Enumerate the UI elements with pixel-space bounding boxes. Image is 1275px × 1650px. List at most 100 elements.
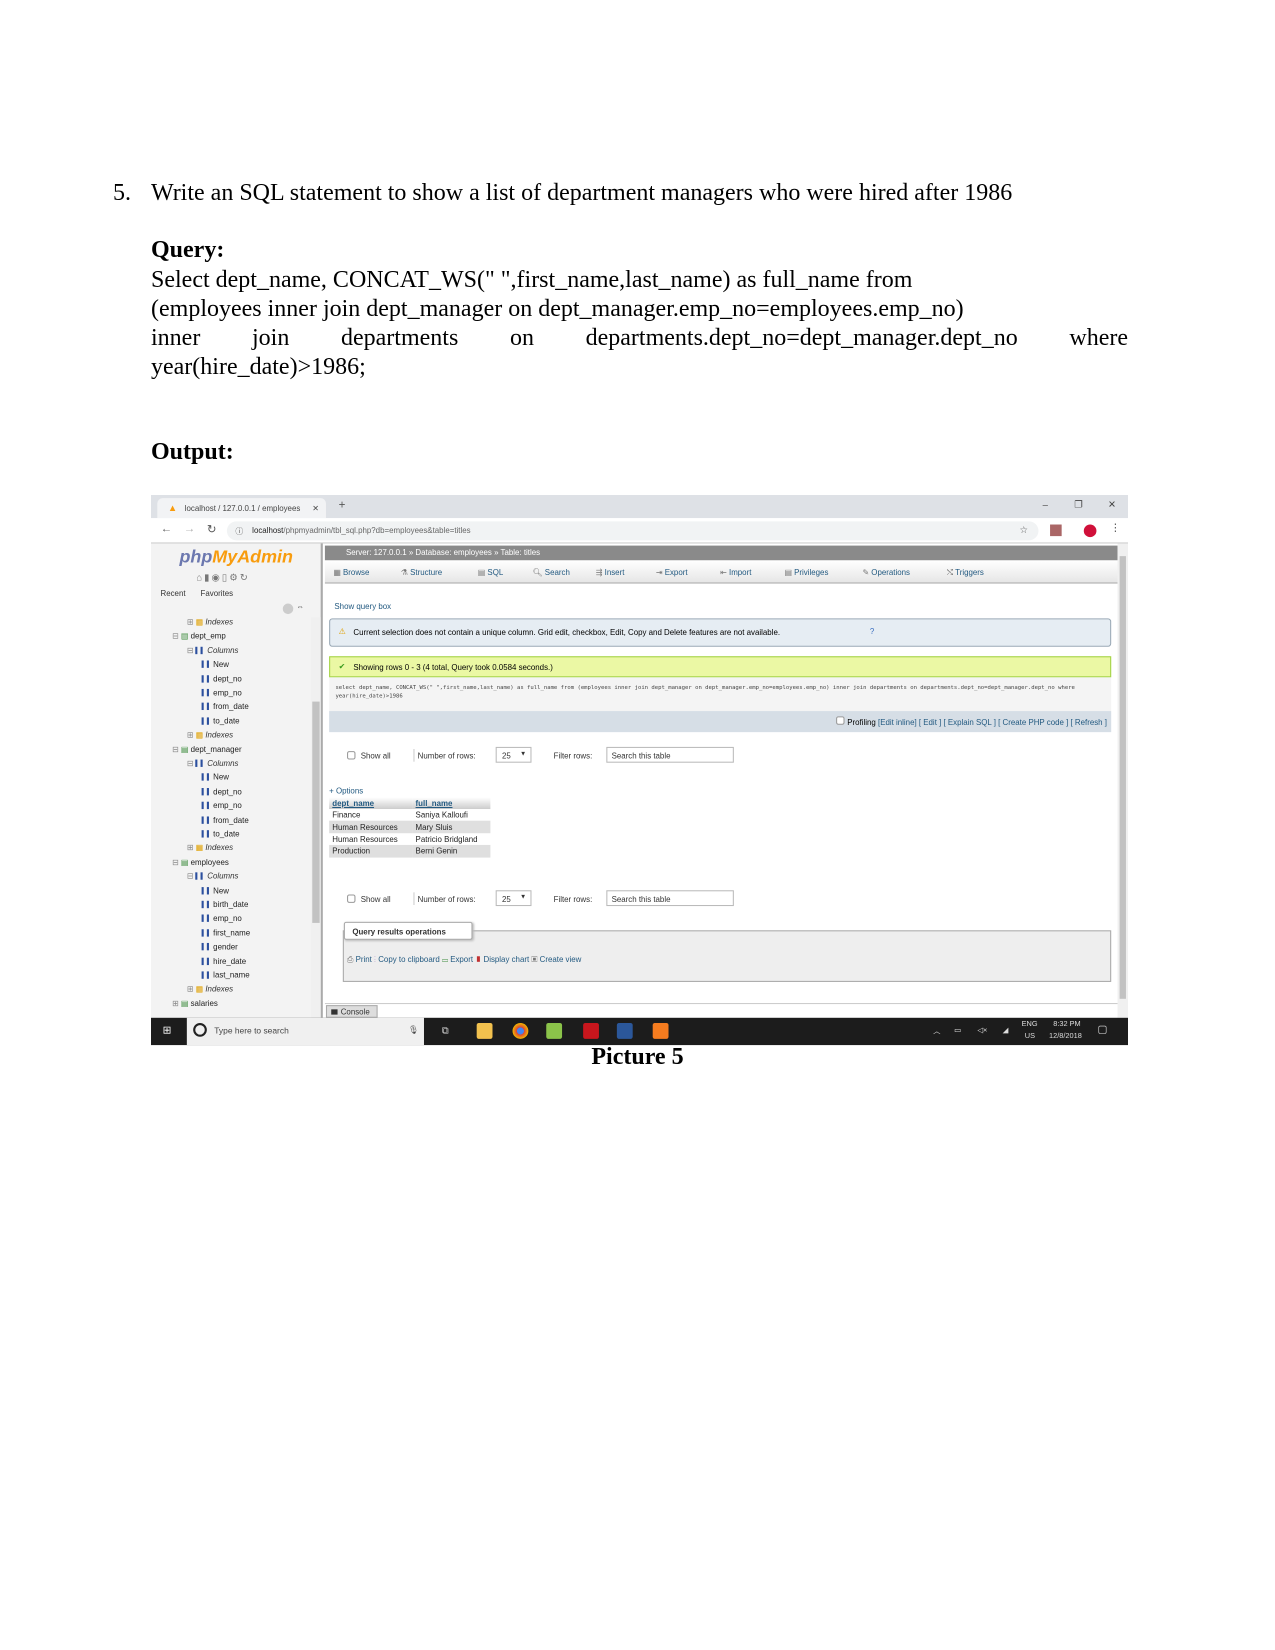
tree-item-column[interactable]: New: [201, 773, 229, 782]
xampp-icon[interactable]: [652, 1023, 669, 1039]
display-chart-link[interactable]: Display chart: [483, 955, 529, 964]
expand-icon[interactable]: ⊞: [187, 730, 194, 739]
tree-item-column[interactable]: emp_no: [201, 801, 242, 810]
tree-item-indexes[interactable]: ⊞ ▦ Indexes: [187, 843, 233, 852]
tree-item-column[interactable]: from_date: [201, 702, 249, 711]
expand-icon[interactable]: ⊞: [187, 984, 194, 993]
notifications-icon[interactable]: ▢: [1097, 1024, 1107, 1036]
console-toggle[interactable]: Console: [325, 1005, 378, 1018]
expand-icon[interactable]: ⊞: [187, 843, 194, 852]
tree-item-column[interactable]: first_name: [201, 928, 250, 937]
word-icon[interactable]: [616, 1023, 633, 1039]
link-icon[interactable]: ⇔: [296, 604, 303, 611]
tree-item-column[interactable]: New: [201, 660, 229, 669]
filter-input[interactable]: Search this table: [606, 746, 734, 763]
bookmark-star-icon[interactable]: ☆: [1019, 525, 1028, 537]
tree-item-indexes[interactable]: ⊞ ▦ Indexes: [187, 984, 233, 993]
breadcrumb[interactable]: Server: 127.0.0.1 » Database: employees …: [324, 545, 1118, 561]
collapse-all-icon[interactable]: [282, 603, 294, 615]
show-query-box-link[interactable]: Show query box: [334, 601, 391, 610]
nav-scrollbar[interactable]: [311, 617, 321, 1018]
profile-avatar[interactable]: [1083, 524, 1097, 538]
taskbar-search[interactable]: Type here to search 🎙︎: [186, 1017, 424, 1046]
language-indicator[interactable]: ENG: [1022, 1021, 1038, 1028]
task-view-icon[interactable]: ⧉: [442, 1025, 449, 1037]
filter-input[interactable]: Search this table: [606, 890, 734, 907]
tree-item-column[interactable]: gender: [201, 942, 238, 952]
tab-triggers[interactable]: ⤭ Triggers: [947, 568, 984, 579]
expand-icon[interactable]: ⊟: [172, 631, 179, 640]
expand-icon[interactable]: ⊟: [187, 871, 194, 880]
expand-icon[interactable]: ⊟: [187, 646, 194, 655]
battery-icon[interactable]: ▭: [954, 1026, 961, 1034]
edit-inline-link[interactable]: [Edit inline]: [878, 717, 917, 726]
show-all-checkbox[interactable]: [347, 751, 356, 760]
tab-privileges[interactable]: ▤ Privileges: [784, 568, 828, 577]
tree-item-column[interactable]: birth_date: [201, 900, 248, 909]
tab-search[interactable]: 🔍︎ Search: [533, 568, 570, 577]
notepad-icon[interactable]: [546, 1023, 563, 1039]
clock-date[interactable]: 12/8/2018: [1049, 1033, 1082, 1040]
show-all-checkbox[interactable]: [347, 894, 356, 903]
tab-browse[interactable]: ▦ Browse: [333, 568, 369, 577]
help-icon[interactable]: ?: [870, 627, 874, 636]
tab-insert[interactable]: ⇶ Insert: [596, 568, 625, 577]
windows-start-icon[interactable]: ⊞: [163, 1025, 172, 1037]
print-link[interactable]: Print: [356, 955, 372, 964]
profiling-checkbox[interactable]: [836, 716, 846, 725]
main-scrollbar[interactable]: [1117, 543, 1129, 1018]
microphone-icon[interactable]: 🎙︎: [408, 1025, 419, 1034]
tree-item-table[interactable]: ⊞ ▤ salaries: [172, 999, 218, 1008]
tree-item-column[interactable]: from_date: [201, 815, 249, 824]
tree-item-table[interactable]: ⊟ ▤ dept_emp: [172, 631, 226, 640]
reload-icon[interactable]: ↻: [207, 522, 217, 536]
tree-item-column[interactable]: hire_date: [201, 956, 246, 966]
chrome-icon[interactable]: [512, 1023, 529, 1039]
acrobat-icon[interactable]: [583, 1023, 599, 1039]
file-explorer-icon[interactable]: [476, 1023, 493, 1039]
tab-sql[interactable]: ▤ SQL: [478, 568, 504, 577]
edit-link[interactable]: [ Edit ]: [919, 717, 941, 726]
back-icon[interactable]: ←: [160, 522, 172, 535]
favorites-tab[interactable]: Favorites: [201, 589, 234, 598]
network-icon[interactable]: ◢: [1003, 1026, 1009, 1034]
tree-item-column[interactable]: last_name: [201, 970, 250, 980]
minimize-button[interactable]: –: [1043, 499, 1048, 510]
tree-item-indexes[interactable]: ⊞ ▦ Indexes: [187, 730, 233, 739]
recent-tab[interactable]: Recent: [160, 589, 185, 598]
create-view-link[interactable]: Create view: [540, 955, 582, 964]
tab-export[interactable]: ⇥ Export: [656, 568, 688, 577]
tab-operations[interactable]: ✎ Operations: [862, 568, 910, 577]
column-header[interactable]: full_name: [412, 797, 491, 810]
tab-import[interactable]: ⇤ Import: [720, 568, 751, 577]
tree-item-indexes[interactable]: ⊞ ▦ Indexes: [187, 617, 233, 626]
tree-item-column[interactable]: New: [201, 886, 229, 895]
tree-item-column[interactable]: to_date: [201, 716, 240, 726]
tree-item-columns[interactable]: ⊟ Columns: [187, 871, 239, 880]
options-link[interactable]: + Options: [329, 786, 363, 795]
close-tab-icon[interactable]: ✕: [312, 503, 319, 512]
expand-icon[interactable]: ⊞: [187, 617, 194, 626]
refresh-link[interactable]: [ Refresh ]: [1070, 717, 1106, 726]
expand-icon[interactable]: ⊞: [172, 999, 179, 1008]
tree-item-columns[interactable]: ⊟ Columns: [187, 759, 239, 768]
tab-structure[interactable]: ⚗ Structure: [401, 568, 442, 577]
tray-chevron-icon[interactable]: ︿: [933, 1026, 940, 1037]
tree-item-column[interactable]: dept_no: [201, 674, 242, 683]
volume-muted-icon[interactable]: ◁×: [977, 1026, 987, 1034]
new-tab-button[interactable]: +: [339, 499, 346, 512]
tree-item-table[interactable]: ⊟ ▤ dept_manager: [172, 744, 242, 753]
export-link[interactable]: Export: [450, 955, 473, 964]
pma-logo[interactable]: phpMyAdmin: [179, 547, 292, 568]
tree-item-columns[interactable]: ⊟ Columns: [187, 646, 239, 655]
url-input[interactable]: ⓘ localhost/phpmyadmin/tbl_sql.php?db=em…: [226, 521, 1039, 541]
nav-icons[interactable]: ⌂▮◉▯⚙↻: [196, 572, 250, 584]
tree-item-column[interactable]: dept_no: [201, 787, 242, 796]
tree-item-column[interactable]: to_date: [201, 829, 240, 839]
expand-icon[interactable]: ⊟: [187, 759, 194, 768]
tree-item-column[interactable]: emp_no: [201, 688, 242, 697]
tree-item-column[interactable]: emp_no: [201, 914, 242, 923]
explain-sql-link[interactable]: [ Explain SQL ]: [943, 717, 995, 726]
menu-icon[interactable]: ⋮: [1110, 522, 1121, 534]
rows-select[interactable]: 25 ▼: [495, 746, 532, 763]
